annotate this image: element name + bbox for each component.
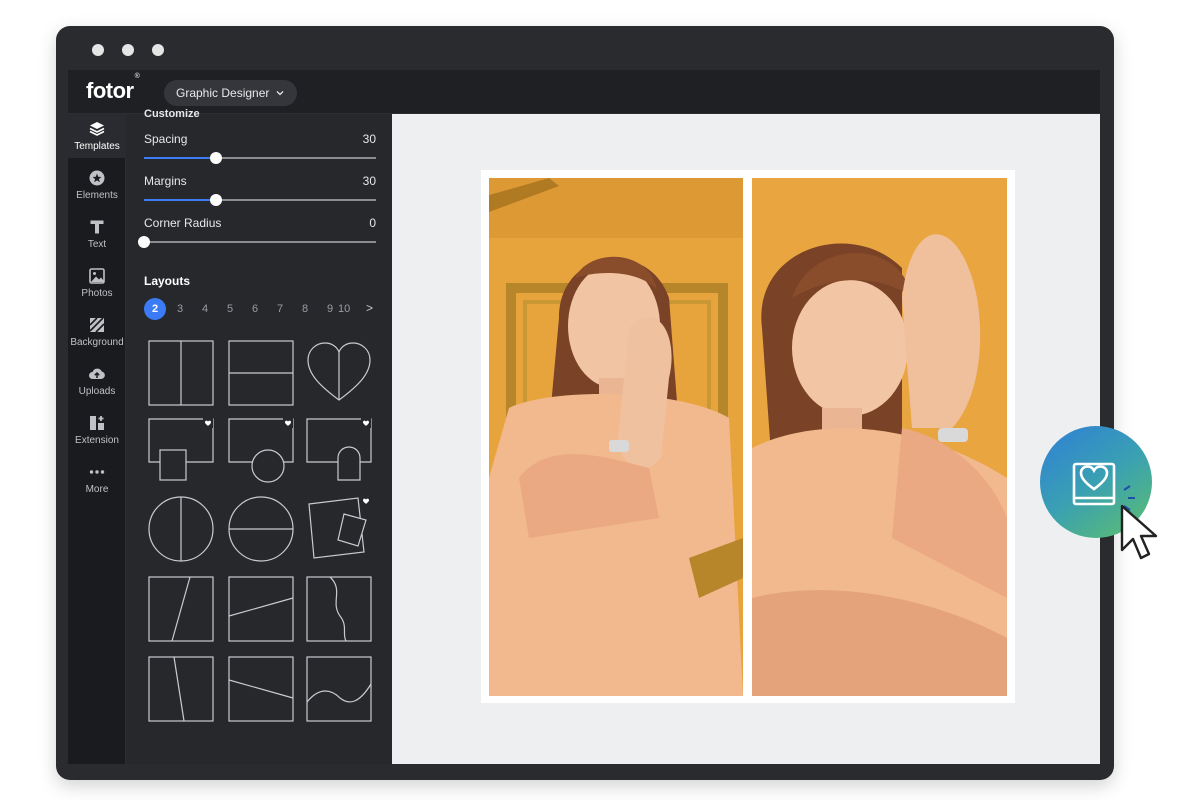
spacing-slider[interactable] (144, 152, 376, 164)
sidebar-item-label: Photos (81, 288, 113, 299)
upload-cloud-icon (89, 368, 105, 379)
collage-document[interactable] (481, 170, 1015, 703)
count-tab-3[interactable]: 3 (169, 298, 191, 320)
count-tab-6[interactable]: 6 (244, 298, 266, 320)
layers-icon (89, 122, 105, 136)
count-tab-8[interactable]: 8 (294, 298, 316, 320)
canvas-area[interactable] (392, 114, 1100, 764)
mode-dropdown-label: Graphic Designer (176, 86, 270, 100)
layout-tile-horizontal-split[interactable] (228, 340, 294, 406)
layout-tile-diagonal-vertical[interactable] (148, 576, 214, 642)
layout-tile-arch-inset[interactable] (306, 418, 372, 484)
slider-value: 0 (369, 216, 376, 230)
slider-label: Margins (144, 174, 187, 188)
slider-handle[interactable] (138, 236, 150, 248)
sidebar-item-label: Background (70, 337, 124, 348)
window-dot-close[interactable] (92, 44, 104, 56)
margins-slider[interactable] (144, 194, 376, 206)
sidebar-item-label: Elements (76, 190, 118, 201)
slider-value: 30 (362, 132, 376, 146)
sidebar-item-templates[interactable]: Templates (68, 114, 126, 158)
sidebar-item-extension[interactable]: Extension (68, 408, 126, 452)
slider-label: Spacing (144, 132, 188, 146)
sidebar-item-label: Extension (75, 435, 119, 446)
extension-icon (90, 416, 104, 430)
corner-radius-slider[interactable] (138, 236, 376, 248)
sidebar-item-label: Text (87, 239, 107, 250)
layout-tile-vertical-split[interactable] (148, 340, 214, 406)
portrait-photo-right[interactable] (752, 178, 1007, 696)
sidebar-item-label: Templates (74, 141, 120, 152)
slider-value: 30 (362, 174, 376, 188)
sidebar-item-photos[interactable]: Photos (68, 261, 126, 305)
elements-icon (89, 170, 105, 186)
fotor-logo[interactable]: fotor® (86, 73, 140, 104)
layout-tile-tilted-photos[interactable] (306, 496, 372, 562)
portrait-illustration-right (752, 178, 1007, 696)
count-tab-2[interactable]: 2 (144, 298, 166, 320)
top-bar: fotor® Graphic Designer (68, 70, 1100, 114)
layout-count-tabs: 2 3 4 5 6 7 8 9 10 > (144, 298, 380, 320)
slider-label: Corner Radius (144, 216, 222, 230)
layout-tile-circle-vertical[interactable] (148, 496, 214, 562)
chevron-down-icon (276, 91, 284, 96)
background-icon (89, 317, 105, 333)
slider-handle[interactable] (209, 152, 222, 164)
layout-tile-heart[interactable] (306, 340, 372, 406)
layout-tile-slant-horizontal[interactable] (228, 656, 294, 722)
sidebar-item-more[interactable]: More (68, 457, 126, 501)
count-tab-7[interactable]: 7 (269, 298, 291, 320)
text-icon (90, 220, 104, 234)
sidebar-item-background[interactable]: Background (68, 310, 126, 354)
layout-tile-circle-inset[interactable] (228, 418, 294, 484)
layout-tile-circle-horizontal[interactable] (228, 496, 294, 562)
window-dot-maximize[interactable] (152, 44, 164, 56)
portrait-illustration-left (489, 178, 743, 696)
layouts-title: Layouts (144, 274, 191, 288)
sidebar-item-label: Uploads (78, 386, 116, 397)
slider-handle[interactable] (209, 194, 222, 206)
mode-dropdown[interactable]: Graphic Designer (164, 80, 298, 106)
count-tab-4[interactable]: 4 (194, 298, 216, 320)
slider-fill (144, 199, 216, 201)
slider-fill (144, 157, 216, 159)
count-tab-5[interactable]: 5 (219, 298, 241, 320)
layout-tile-wave-vertical[interactable] (306, 576, 372, 642)
layout-tile-slant-vertical[interactable] (148, 656, 214, 722)
layout-tile-wave-horizontal[interactable] (306, 656, 372, 722)
sidebar-item-text[interactable]: Text (68, 212, 126, 256)
sidebar-item-label: More (85, 484, 109, 495)
editor-app: fotor® Graphic Designer Templates Elemen… (68, 70, 1100, 764)
layout-tile-diagonal-horizontal[interactable] (228, 576, 294, 642)
mouse-pointer-icon (1120, 504, 1158, 560)
photos-icon (89, 268, 105, 284)
sidebar-item-uploads[interactable]: Uploads (68, 359, 126, 403)
app-window: fotor® Graphic Designer Templates Elemen… (56, 26, 1114, 780)
panel-heading-cut: Customize (144, 108, 200, 120)
sidebar-item-elements[interactable]: Elements (68, 163, 126, 207)
layout-tile-square-inset[interactable] (148, 418, 214, 484)
count-tab-10[interactable]: 10 (338, 298, 352, 320)
portrait-photo-left[interactable] (489, 178, 743, 696)
more-icon (89, 470, 105, 474)
next-arrow-button[interactable]: > (366, 301, 373, 315)
layout-settings-panel: Customize Spacing 30 Margins 30 Corner R… (126, 108, 392, 764)
window-dot-minimize[interactable] (122, 44, 134, 56)
sidebar: Templates Elements Text Photos Backgroun… (68, 114, 126, 764)
